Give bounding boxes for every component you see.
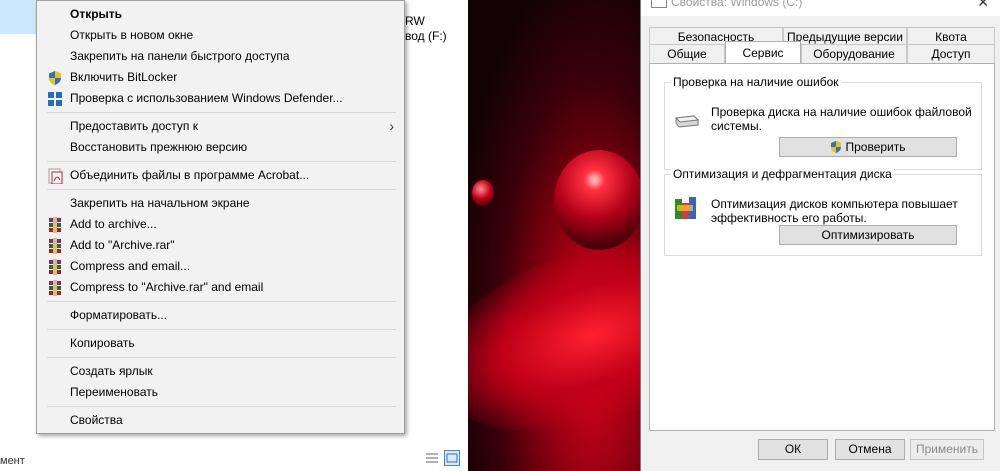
- check-button[interactable]: Проверить: [779, 137, 957, 157]
- context-menu-item-label: Открыть: [70, 7, 123, 21]
- context-menu-item-label: Свойства: [70, 413, 123, 427]
- context-menu-item[interactable]: Закрепить на панели быстрого доступа: [37, 46, 404, 67]
- tab-panel-service: Проверка на наличие ошибок Проверка диск…: [649, 63, 995, 431]
- tab-service[interactable]: Сервис: [725, 41, 801, 63]
- error-check-title: Проверка на наличие ошибок: [671, 75, 841, 89]
- ok-button[interactable]: ОК: [758, 439, 828, 460]
- context-menu-item-label: Add to "Archive.rar": [70, 238, 175, 252]
- context-menu-item-label: Создать ярлык: [70, 364, 153, 378]
- drive-label-rw: RW: [405, 14, 425, 28]
- dialog-title: Свойства: Windows (C:): [671, 0, 803, 9]
- winrar-icon: [47, 259, 63, 275]
- context-menu-item[interactable]: Объединить файлы в программе Acrobat...: [37, 165, 404, 186]
- large-icons-view-icon[interactable]: [444, 450, 460, 466]
- context-menu-item[interactable]: Включить BitLocker: [37, 67, 404, 88]
- context-menu-item-label: Форматировать...: [70, 308, 168, 322]
- tab-general[interactable]: Общие: [649, 44, 725, 63]
- context-menu-item-label: Переименовать: [70, 385, 158, 399]
- properties-dialog: Свойства: Windows (C:) ✕ Безопасность Пр…: [640, 0, 1000, 471]
- context-menu-item[interactable]: Открыть в новом окне: [37, 25, 404, 46]
- context-menu-item[interactable]: Предоставить доступ к ›: [37, 116, 404, 137]
- menu-separator: [47, 301, 396, 302]
- context-menu-item[interactable]: Создать ярлык: [37, 361, 404, 382]
- context-menu: Открыть Открыть в новом окне Закрепить на …: [36, 0, 405, 434]
- apply-button[interactable]: Применить: [910, 439, 984, 460]
- context-menu-item[interactable]: Закрепить на начальном экране: [37, 193, 404, 214]
- context-menu-item-label: Закрепить на панели быстрого доступа: [70, 49, 290, 63]
- context-menu-item[interactable]: Открыть: [37, 4, 404, 25]
- close-icon[interactable]: ✕: [977, 0, 989, 11]
- context-menu-item[interactable]: Восстановить прежнюю версию: [37, 137, 404, 158]
- winrar-icon: [47, 280, 63, 296]
- defender-icon: [47, 91, 63, 107]
- optimize-group: Оптимизация и дефрагментация диска Оптим…: [664, 167, 982, 256]
- menu-separator: [47, 189, 396, 190]
- shield-icon: [47, 70, 63, 86]
- context-menu-item-label: Открыть в новом окне: [70, 28, 194, 42]
- context-menu-item-label: Compress to "Archive.rar" and email: [70, 280, 264, 294]
- error-check-description: Проверка диска на наличие ошибок файлово…: [711, 105, 972, 133]
- status-bar-text: мент: [0, 455, 25, 467]
- error-check-group: Проверка на наличие ошибок Проверка диск…: [664, 75, 982, 170]
- context-menu-item-label: Копировать: [70, 336, 135, 350]
- tab-sharing[interactable]: Доступ: [907, 44, 995, 63]
- disk-drive-icon: [673, 113, 700, 137]
- tab-hardware[interactable]: Оборудование: [801, 44, 907, 63]
- winrar-icon: [47, 217, 63, 233]
- menu-separator: [47, 406, 396, 407]
- context-menu-item-label: Проверка с использованием Windows Defend…: [70, 91, 343, 105]
- check-button-label: Проверить: [845, 140, 906, 154]
- context-menu-item[interactable]: Форматировать...: [37, 305, 404, 326]
- context-menu-item[interactable]: Compress to "Archive.rar" and email: [37, 277, 404, 298]
- context-menu-item[interactable]: Add to archive...: [37, 214, 404, 235]
- wallpaper-water-drop: [554, 150, 644, 250]
- optimize-title: Оптимизация и дефрагментация диска: [671, 167, 894, 181]
- winrar-icon: [47, 238, 63, 254]
- desktop-wallpaper: [468, 0, 648, 471]
- chevron-right-icon: ›: [389, 118, 394, 134]
- context-menu-item[interactable]: Свойства: [37, 410, 404, 431]
- context-menu-item-label: Объединить файлы в программе Acrobat...: [70, 168, 310, 182]
- optimize-button[interactable]: Оптимизировать: [779, 225, 957, 245]
- cancel-button[interactable]: Отмена: [835, 439, 905, 460]
- context-menu-item-label: Закрепить на начальном экране: [70, 196, 250, 210]
- selected-drive-highlight[interactable]: [0, 0, 36, 34]
- context-menu-item[interactable]: Add to "Archive.rar": [37, 235, 404, 256]
- menu-separator: [47, 357, 396, 358]
- drive-icon: [651, 0, 667, 8]
- dialog-titlebar[interactable]: Свойства: Windows (C:) ✕: [641, 0, 1000, 16]
- context-menu-item-label: Add to archive...: [70, 217, 157, 231]
- acrobat-icon: [47, 168, 63, 185]
- context-menu-item-label: Включить BitLocker: [70, 70, 178, 84]
- details-view-icon[interactable]: [424, 450, 440, 466]
- context-menu-item[interactable]: Переименовать: [37, 382, 404, 403]
- wallpaper-small-drop: [472, 180, 494, 206]
- context-menu-item-label: Предоставить доступ к: [70, 119, 198, 133]
- menu-separator: [47, 112, 396, 113]
- context-menu-item-label: Compress and email...: [70, 259, 191, 273]
- uac-shield-icon: [831, 141, 842, 153]
- menu-separator: [47, 161, 396, 162]
- context-menu-item[interactable]: Compress and email...: [37, 256, 404, 277]
- view-toggle: [424, 450, 460, 466]
- drive-label-f[interactable]: вод (F:): [405, 29, 447, 43]
- optimize-description: Оптимизация дисков компьютера повышает э…: [711, 197, 958, 225]
- context-menu-item[interactable]: Копировать: [37, 333, 404, 354]
- defrag-icon: [673, 195, 699, 219]
- tab-row-2: Общие Сервис Оборудование Доступ: [649, 41, 995, 63]
- context-menu-item[interactable]: Проверка с использованием Windows Defend…: [37, 88, 404, 109]
- context-menu-item-label: Восстановить прежнюю версию: [70, 140, 248, 154]
- menu-separator: [47, 329, 396, 330]
